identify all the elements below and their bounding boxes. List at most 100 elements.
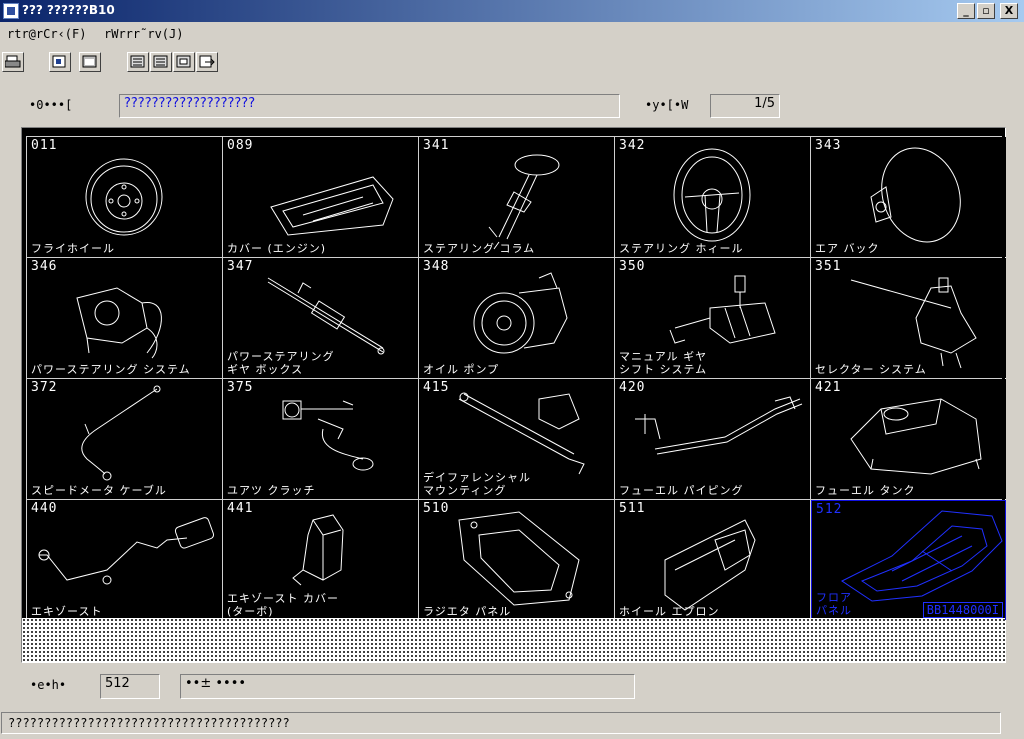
wheel-apron-icon bbox=[664, 519, 756, 611]
exit-icon[interactable] bbox=[196, 52, 218, 72]
part-tile-343[interactable]: 343 エア バック bbox=[811, 137, 1006, 257]
part-name: オイル ポンプ bbox=[423, 363, 500, 376]
part-code: 441 bbox=[227, 501, 254, 516]
engine-cover-icon bbox=[270, 176, 394, 236]
part-tile-510[interactable]: 510 ラジエタ パネル bbox=[419, 500, 614, 620]
part-name: ホイール エプロン bbox=[619, 605, 720, 618]
fuel-piping-icon bbox=[635, 396, 803, 455]
part-code: 343 bbox=[815, 138, 842, 153]
code-label: •e•h• bbox=[30, 678, 67, 692]
status-bar: ??????????????????????????????????????? bbox=[1, 712, 1001, 734]
part-tile-342[interactable]: 342 ステアリング ホィール bbox=[615, 137, 810, 257]
part-tile-341[interactable]: 341 ステアリング コラム bbox=[419, 137, 614, 257]
part-code: 421 bbox=[815, 380, 842, 395]
menu-jump[interactable]: rWrrr˜rv(J) bbox=[104, 27, 183, 41]
toolbar bbox=[0, 50, 1024, 76]
part-tile-441[interactable]: 441 エキゾースト カバー (ターボ) bbox=[223, 500, 418, 620]
page-indicator: 1/5 bbox=[710, 94, 780, 118]
page-first-icon[interactable] bbox=[127, 52, 149, 72]
part-name: ステアリング コラム bbox=[423, 242, 536, 255]
menu-file[interactable]: rtr@rCr‹(F) bbox=[7, 27, 86, 41]
part-code: 011 bbox=[31, 138, 58, 153]
print-icon[interactable] bbox=[2, 52, 24, 72]
part-name: マニュアル ギヤ シフト システム bbox=[619, 350, 708, 376]
part-code: 440 bbox=[31, 501, 58, 516]
title-bar: ??? ??????B10 _ ▫ X bbox=[0, 0, 1024, 22]
part-code: 348 bbox=[423, 259, 450, 274]
part-tile-375[interactable]: 375 ユアツ クラッチ bbox=[223, 379, 418, 499]
part-code: 372 bbox=[31, 380, 58, 395]
part-name: エキゾースト bbox=[31, 605, 103, 618]
part-tile-089[interactable]: 089 カバー (エンジン) bbox=[223, 137, 418, 257]
steering-column-icon bbox=[488, 154, 560, 250]
fuel-tank-icon bbox=[850, 398, 982, 475]
part-tile-347[interactable]: 347 パワーステアリング ギヤ ボックス bbox=[223, 258, 418, 378]
part-code: 511 bbox=[619, 501, 646, 516]
part-tile-420[interactable]: 420 フューエル パイピング bbox=[615, 379, 810, 499]
part-name: パワーステアリング ギヤ ボックス bbox=[227, 350, 335, 376]
part-tile-440[interactable]: 440 エキゾースト bbox=[27, 500, 222, 620]
select-icon[interactable] bbox=[49, 52, 71, 72]
part-name: フライホイール bbox=[31, 242, 115, 255]
part-code: 375 bbox=[227, 380, 254, 395]
grid-empty-area bbox=[22, 618, 1005, 662]
part-code: 510 bbox=[423, 501, 450, 516]
part-tile-415[interactable]: 415 デイファレンシャル マウンティング bbox=[419, 379, 614, 499]
page-label: •y•[•W bbox=[645, 98, 689, 112]
part-name: エキゾースト カバー (ターボ) bbox=[227, 592, 339, 618]
code-field[interactable]: 512 bbox=[100, 674, 160, 699]
part-tile-346[interactable]: 346 パワーステアリング システム bbox=[27, 258, 222, 378]
part-name: ユアツ クラッチ bbox=[227, 484, 316, 497]
part-name: ステアリング ホィール bbox=[619, 242, 744, 255]
part-code: 341 bbox=[423, 138, 450, 153]
part-name: フロア パネル bbox=[816, 591, 852, 617]
hydraulic-clutch-icon bbox=[282, 400, 374, 471]
close-button[interactable]: X bbox=[1000, 3, 1018, 19]
menu-bar: rtr@rCr‹(F) rWrrr˜rv(J) bbox=[0, 24, 1024, 45]
part-code: 420 bbox=[619, 380, 646, 395]
group-name-field[interactable]: ??????????????????? bbox=[119, 94, 620, 118]
part-tile-421[interactable]: 421 フューエル タンク bbox=[811, 379, 1006, 499]
part-name: ラジエタ パネル bbox=[423, 605, 512, 618]
part-name: カバー (エンジン) bbox=[227, 242, 327, 255]
airbag-icon bbox=[870, 147, 961, 243]
part-name: フューエル タンク bbox=[815, 484, 916, 497]
selector-icon bbox=[850, 277, 977, 369]
part-tile-351[interactable]: 351 セレクター システム bbox=[811, 258, 1006, 378]
part-name: パワーステアリング システム bbox=[31, 363, 191, 376]
page-prev-icon[interactable] bbox=[150, 52, 172, 72]
radiator-panel-icon bbox=[458, 511, 580, 606]
part-code: 351 bbox=[815, 259, 842, 274]
steering-wheel-icon bbox=[673, 148, 751, 242]
part-name: スピードメータ ケーブル bbox=[31, 484, 167, 497]
part-code: 342 bbox=[619, 138, 646, 153]
part-name: デイファレンシャル マウンティング bbox=[423, 471, 531, 497]
part-name: フューエル パイピング bbox=[619, 484, 744, 497]
part-tile-372[interactable]: 372 スピードメータ ケーブル bbox=[27, 379, 222, 499]
window-icon[interactable] bbox=[79, 52, 101, 72]
part-tile-511[interactable]: 511 ホイール エプロン bbox=[615, 500, 810, 620]
description-field[interactable]: ••± •••• bbox=[180, 674, 635, 699]
part-tile-350[interactable]: 350 マニュアル ギヤ シフト システム bbox=[615, 258, 810, 378]
part-code: 350 bbox=[619, 259, 646, 274]
minimize-button[interactable]: _ bbox=[957, 3, 975, 19]
part-tile-011[interactable]: 011 フライホイール bbox=[27, 137, 222, 257]
part-name: セレクター システム bbox=[815, 363, 927, 376]
flywheel-icon bbox=[85, 158, 163, 236]
power-steering-system-icon bbox=[76, 287, 162, 359]
parts-grid-frame: 011 フライホイール 089 カバー (エンジン) 341 ステアリング コラム 342 ス… bbox=[21, 127, 1006, 663]
part-code: 512 bbox=[816, 502, 843, 517]
app-icon[interactable] bbox=[3, 3, 19, 19]
exhaust-icon bbox=[38, 517, 215, 585]
part-number-badge: BB1448000I bbox=[922, 602, 1003, 618]
part-tile-512[interactable]: 512 フロア パネル BB1448000I bbox=[811, 500, 1006, 620]
part-tile-348[interactable]: 348 オイル ポンプ bbox=[419, 258, 614, 378]
oil-pump-icon bbox=[473, 272, 568, 354]
part-code: 346 bbox=[31, 259, 58, 274]
group-label: •0•••[ bbox=[29, 98, 73, 112]
part-name: エア バック bbox=[815, 242, 880, 255]
maximize-button[interactable]: ▫ bbox=[977, 3, 995, 19]
part-code: 415 bbox=[423, 380, 450, 395]
page-next-icon[interactable] bbox=[173, 52, 195, 72]
parts-grid: 011 フライホイール 089 カバー (エンジン) 341 ステアリング コラム 342 ス… bbox=[26, 136, 1006, 620]
